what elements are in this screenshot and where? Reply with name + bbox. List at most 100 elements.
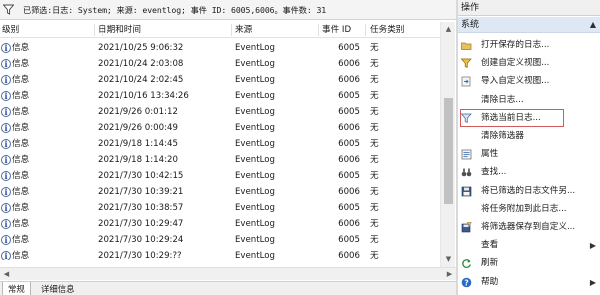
table-row[interactable]: 信息 2021/7/30 10:29:47 EventLog 6006 无 [0,216,440,232]
cell-source: EventLog [235,235,275,245]
cell-date: 2021/9/26 0:00:49 [98,123,178,133]
tab-details[interactable]: 详细信息 [36,282,80,295]
table-row[interactable]: 信息 2021/9/18 1:14:20 EventLog 6006 无 [0,152,440,168]
cell-date: 2021/7/30 10:29:47 [98,219,184,229]
cell-level: 信息 [12,203,30,213]
table-row[interactable]: 信息 2021/7/30 10:38:57 EventLog 6005 无 [0,200,440,216]
action-item[interactable]: 清除日志... [458,92,600,109]
filter-create-icon [461,58,472,69]
info-icon [1,136,11,152]
filter-summary-bar: 已筛选:日志: System; 来源: eventlog; 事件 ID: 600… [0,0,456,20]
table-row[interactable]: 信息 2021/10/25 9:06:32 EventLog 6005 无 [0,40,440,56]
event-table-body: 信息2021/10/25 9:06:32EventLog6005无信息2021/… [0,40,440,260]
info-icon [1,168,11,184]
scroll-left-arrow-icon[interactable]: ◀ [0,268,13,280]
collapse-caret-icon[interactable]: ▲ [590,17,596,33]
cell-date: 2021/7/30 10:39:21 [98,187,184,197]
table-row[interactable]: 信息 2021/10/24 2:03:08 EventLog 6006 无 [0,56,440,72]
action-item[interactable]: 查看 ▶ [458,237,600,254]
cell-event-id: 6006 [338,251,360,260]
cell-source: EventLog [235,43,275,53]
action-item[interactable]: 刷新 [458,255,600,272]
highlight-box [460,109,564,127]
info-icon [1,88,11,104]
cell-task-category: 无 [370,235,379,245]
cell-event-id: 6006 [338,155,360,165]
action-label: 导入自定义视图... [481,76,550,87]
scroll-right-arrow-icon[interactable]: ▶ [443,268,456,280]
cell-task-category: 无 [370,43,379,53]
actions-section-label: 系统 [461,20,480,30]
action-label: 创建自定义视图... [481,58,550,69]
column-header-source[interactable]: 来源 [235,22,252,38]
action-item[interactable]: ? 帮助 ▶ [458,274,600,291]
cell-level: 信息 [12,235,30,245]
cell-date: 2021/7/30 10:38:57 [98,203,184,213]
cell-level: 信息 [12,155,30,165]
cell-source: EventLog [235,59,275,69]
info-icon [1,56,11,72]
cell-date: 2021/7/30 10:29:24 [98,235,184,245]
tab-general[interactable]: 常规 [2,282,31,295]
info-icon [1,152,11,168]
cell-source: EventLog [235,187,275,197]
action-item[interactable]: 创建自定义视图... [458,55,600,72]
action-item[interactable]: 查找... [458,164,600,181]
action-item[interactable]: 打开保存的日志... [458,37,600,54]
info-icon [1,104,11,120]
column-header-date[interactable]: 日期和时间 [98,22,141,38]
table-row[interactable]: 信息 2021/7/30 10:39:21 EventLog 6006 无 [0,184,440,200]
cell-source: EventLog [235,219,275,229]
cell-task-category: 无 [370,75,379,85]
action-label: 查找... [481,167,507,178]
vertical-scrollbar[interactable]: ▲ ▼ [440,22,455,267]
table-row[interactable]: 信息 2021/10/16 13:34:26 EventLog 6005 无 [0,88,440,104]
cell-date: 2021/7/30 10:42:15 [98,171,184,181]
cell-event-id: 6005 [338,235,360,245]
scroll-up-arrow-icon[interactable]: ▲ [441,22,456,37]
cell-date: 2021/7/30 10:29:?? [98,251,182,260]
funnel-icon [3,4,14,15]
table-row[interactable]: 信息 2021/9/26 0:01:12 EventLog 6005 无 [0,104,440,120]
table-row[interactable]: 信息 2021/10/24 2:02:45 EventLog 6006 无 [0,72,440,88]
action-item[interactable]: 导入自定义视图... [458,73,600,90]
cell-task-category: 无 [370,219,379,229]
horizontal-scrollbar[interactable]: ◀ ▶ [0,267,456,280]
info-icon [1,184,11,200]
save-filter-icon [461,222,472,233]
action-label: 清除筛选器 [481,131,524,141]
column-header-level[interactable]: 级别 [2,22,104,38]
cell-task-category: 无 [370,187,379,197]
cell-task-category: 无 [370,107,379,117]
table-row[interactable]: 信息 2021/9/26 0:00:49 EventLog 6006 无 [0,120,440,136]
action-item[interactable]: 清除筛选器 [458,128,600,145]
action-item[interactable]: 将已筛选的日志文件另... [458,183,600,200]
cell-level: 信息 [12,171,30,181]
table-row[interactable]: 信息 2021/7/30 10:29:24 EventLog 6005 无 [0,232,440,248]
action-item[interactable]: 属性 [458,146,600,163]
column-header-task-category[interactable]: 任务类别 [370,22,404,38]
cell-source: EventLog [235,155,275,165]
action-label: 刷新 [481,258,499,269]
table-row[interactable]: 信息 2021/7/30 10:42:15 EventLog 6005 无 [0,168,440,184]
info-icon [1,72,11,88]
cell-task-category: 无 [370,155,379,165]
scroll-down-arrow-icon[interactable]: ▼ [441,252,456,267]
column-header-event-id[interactable]: 事件 ID [322,22,351,38]
cell-task-category: 无 [370,203,379,213]
action-item[interactable]: 将任务附加到此日志... [458,201,600,218]
cell-event-id: 6005 [338,203,360,213]
cell-task-category: 无 [370,123,379,133]
cell-event-id: 6006 [338,123,360,133]
action-label: 将任务附加到此日志... [481,203,567,214]
cell-date: 2021/9/18 1:14:45 [98,139,178,149]
action-item[interactable]: 将筛选器保存到自定义... [458,219,600,236]
table-row[interactable]: 信息 2021/9/18 1:14:45 EventLog 6005 无 [0,136,440,152]
table-row[interactable]: 信息 2021/7/30 10:29:?? EventLog 6006 无 [0,248,440,260]
actions-section-system[interactable]: 系统 ▲ [458,17,600,33]
cell-date: 2021/10/24 2:03:08 [98,59,184,69]
scrollbar-thumb[interactable] [444,98,453,204]
action-label: 属性 [481,149,499,160]
cell-level: 信息 [12,59,30,69]
submenu-arrow-icon: ▶ [589,241,596,251]
